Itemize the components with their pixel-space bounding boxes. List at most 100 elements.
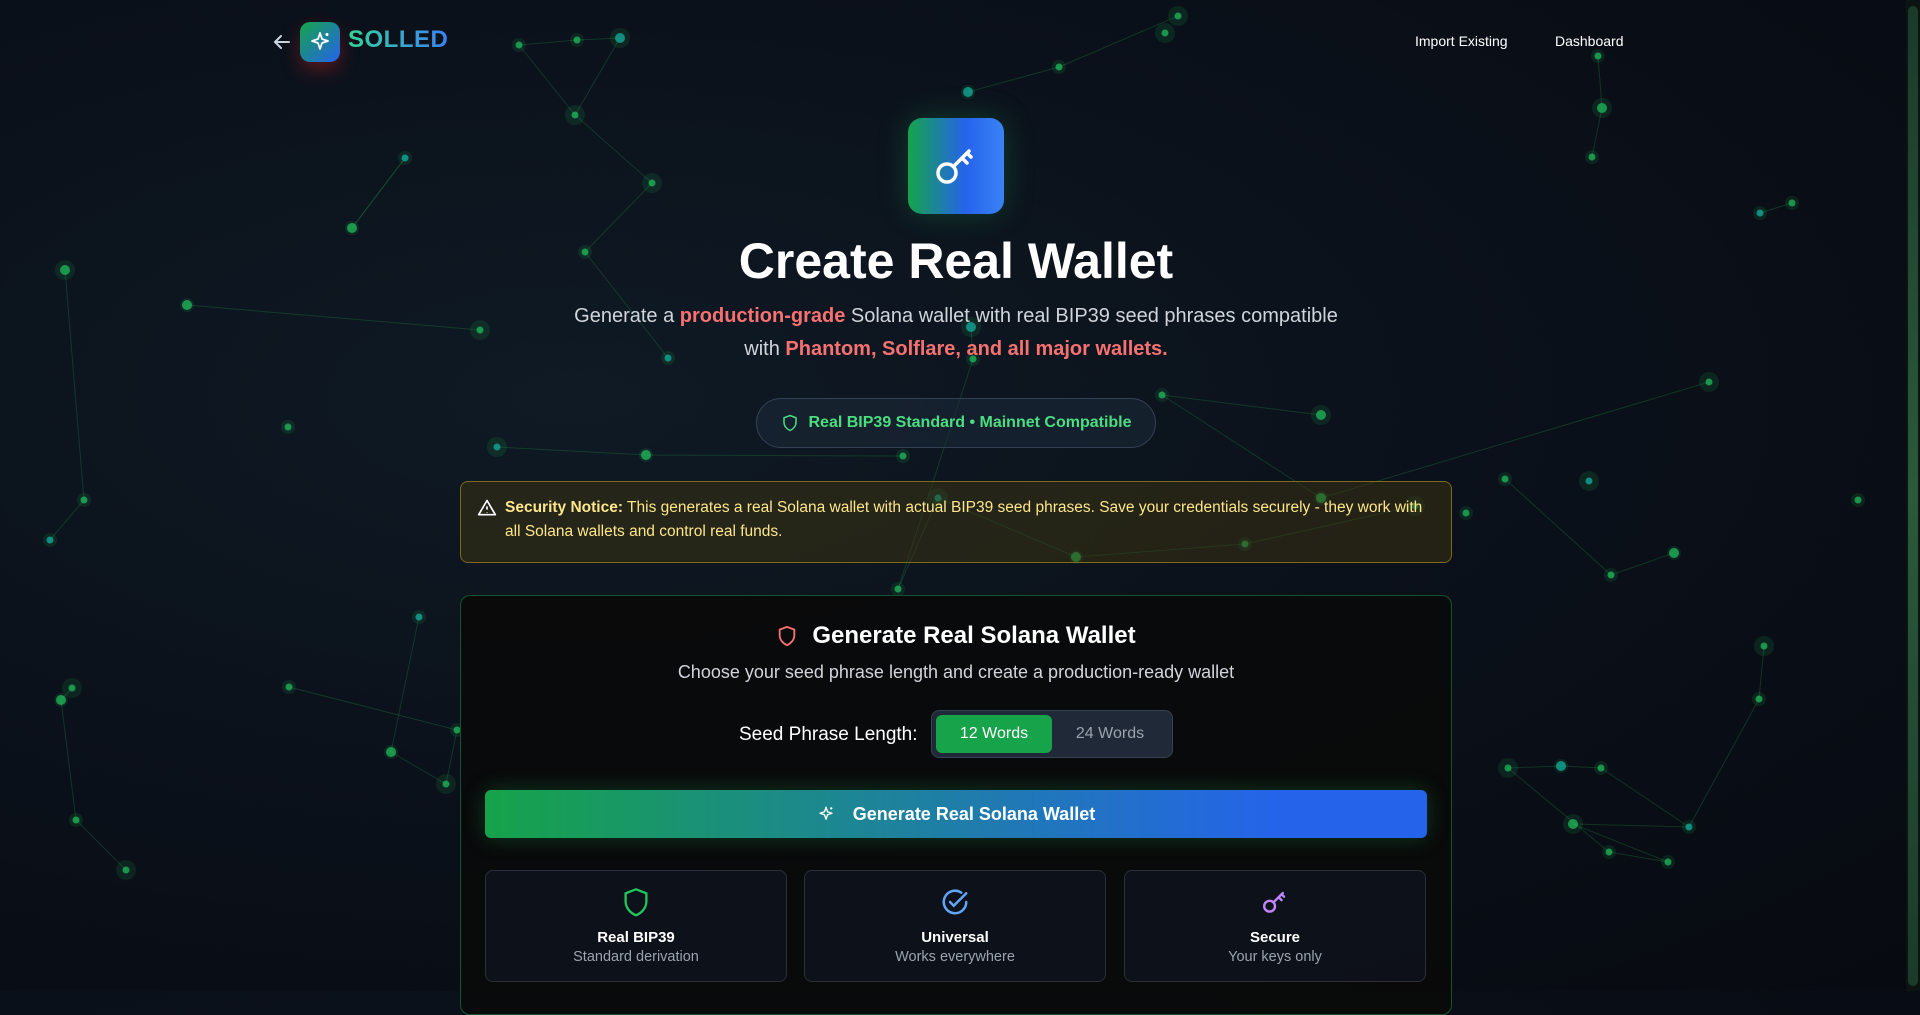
network-edge xyxy=(1608,851,1669,863)
network-node xyxy=(1607,571,1615,579)
seed-length-toggle: 12 Words 24 Words xyxy=(931,710,1173,758)
card-subtitle: Choose your seed phrase length and creat… xyxy=(677,662,1235,682)
network-node xyxy=(1756,209,1764,217)
network-node xyxy=(1685,823,1693,831)
notice-label: Security Notice: xyxy=(505,499,624,516)
notice-text: Security Notice: This generates a real S… xyxy=(505,496,1427,544)
seed-length-label: Seed Phrase Length: xyxy=(739,724,918,745)
subtitle-highlight: production-grade xyxy=(679,305,846,327)
network-node xyxy=(182,300,192,310)
network-edge xyxy=(288,686,458,731)
network-edge xyxy=(967,66,1060,93)
key-icon xyxy=(908,118,1004,214)
network-node xyxy=(1316,410,1326,420)
network-node xyxy=(493,443,501,451)
network-edge xyxy=(390,616,420,753)
network-node xyxy=(415,613,423,621)
network-edge xyxy=(645,454,904,457)
scrollbar-thumb[interactable] xyxy=(1908,6,1918,986)
generate-wallet-card: Generate Real Solana Wallet Choose your … xyxy=(460,595,1452,1015)
network-node xyxy=(386,747,396,757)
network-edge xyxy=(1610,552,1675,576)
feature-title: Real BIP39 xyxy=(597,929,675,946)
network-edge xyxy=(49,499,85,541)
network-node xyxy=(1788,199,1796,207)
key-icon xyxy=(1263,891,1286,913)
compatibility-badge: Real BIP39 Standard • Mainnet Compatible xyxy=(756,398,1156,448)
top-nav: SOLLED Import Existing Dashboard xyxy=(270,20,1625,64)
shield-icon xyxy=(779,625,796,647)
feature-universal: Universal Works everywhere xyxy=(804,870,1106,982)
network-node xyxy=(1568,819,1578,829)
network-edge xyxy=(75,819,127,871)
network-node xyxy=(1705,378,1713,386)
brand-name[interactable]: SOLLED xyxy=(348,26,448,54)
network-node xyxy=(46,536,54,544)
security-notice: Security Notice: This generates a real S… xyxy=(460,481,1452,563)
network-node xyxy=(80,496,88,504)
network-node xyxy=(899,452,907,460)
scrollbar[interactable] xyxy=(1906,0,1920,991)
feature-desc: Works everywhere xyxy=(895,949,1015,965)
network-node xyxy=(1158,391,1166,399)
feature-desc: Your keys only xyxy=(1228,949,1322,965)
network-node xyxy=(963,87,973,97)
subtitle-text: Generate a xyxy=(574,305,680,327)
shield-icon xyxy=(782,414,797,432)
network-edge xyxy=(1161,394,1322,416)
network-node xyxy=(1669,548,1679,558)
network-node xyxy=(442,780,450,788)
network-edge xyxy=(1572,823,1669,863)
network-edge xyxy=(1504,478,1612,576)
option-12-words[interactable]: 12 Words xyxy=(936,715,1052,753)
network-node xyxy=(476,326,484,334)
feature-real-bip39: Real BIP39 Standard derivation xyxy=(485,870,787,982)
badge-text: Real BIP39 Standard • Mainnet Compatible xyxy=(808,414,1132,431)
warning-icon xyxy=(477,498,497,518)
network-node xyxy=(894,585,902,593)
network-node xyxy=(1174,12,1182,20)
feature-title: Universal xyxy=(921,929,989,946)
network-node xyxy=(68,684,76,692)
network-node xyxy=(1585,477,1593,485)
network-node xyxy=(1462,509,1470,517)
network-edge xyxy=(1600,767,1690,828)
option-24-words[interactable]: 24 Words xyxy=(1052,715,1168,753)
network-edge xyxy=(496,446,647,456)
network-edge xyxy=(186,304,481,331)
network-node xyxy=(401,154,409,162)
network-node xyxy=(1055,63,1063,71)
network-node xyxy=(1597,103,1607,113)
subtitle-highlight: Phantom, Solflare, and all major wallets… xyxy=(785,338,1168,360)
network-node xyxy=(1760,642,1768,650)
back-arrow-icon[interactable] xyxy=(270,30,294,54)
network-edge xyxy=(574,114,653,184)
shield-icon xyxy=(624,888,648,917)
network-node xyxy=(122,866,130,874)
network-node xyxy=(1556,761,1566,771)
sparkle-icon xyxy=(819,806,833,820)
card-header: Generate Real Solana Wallet xyxy=(461,622,1451,650)
feature-secure: Secure Your keys only xyxy=(1124,870,1426,982)
network-edge xyxy=(1572,823,1690,828)
network-edge xyxy=(64,269,85,501)
network-node xyxy=(1504,764,1512,772)
page-title: Create Real Wallet xyxy=(738,233,1174,289)
network-edge xyxy=(60,699,77,821)
network-edge xyxy=(351,157,406,229)
feature-title: Secure xyxy=(1249,929,1301,946)
network-node xyxy=(284,423,292,431)
network-node xyxy=(1501,475,1509,483)
network-node xyxy=(72,816,80,824)
generate-button-label: Generate Real Solana Wallet xyxy=(852,803,1096,824)
generate-wallet-button[interactable]: Generate Real Solana Wallet xyxy=(485,790,1427,838)
logo-icon[interactable] xyxy=(300,22,340,62)
card-title: Generate Real Solana Wallet xyxy=(812,622,1136,649)
check-circle-icon xyxy=(942,889,968,915)
network-node xyxy=(1597,764,1605,772)
nav-import-existing[interactable]: Import Existing xyxy=(1415,33,1508,49)
network-node xyxy=(1854,496,1862,504)
network-edge xyxy=(1688,698,1760,828)
notice-body: This generates a real Solana wallet with… xyxy=(505,499,1423,540)
nav-dashboard[interactable]: Dashboard xyxy=(1555,33,1624,49)
